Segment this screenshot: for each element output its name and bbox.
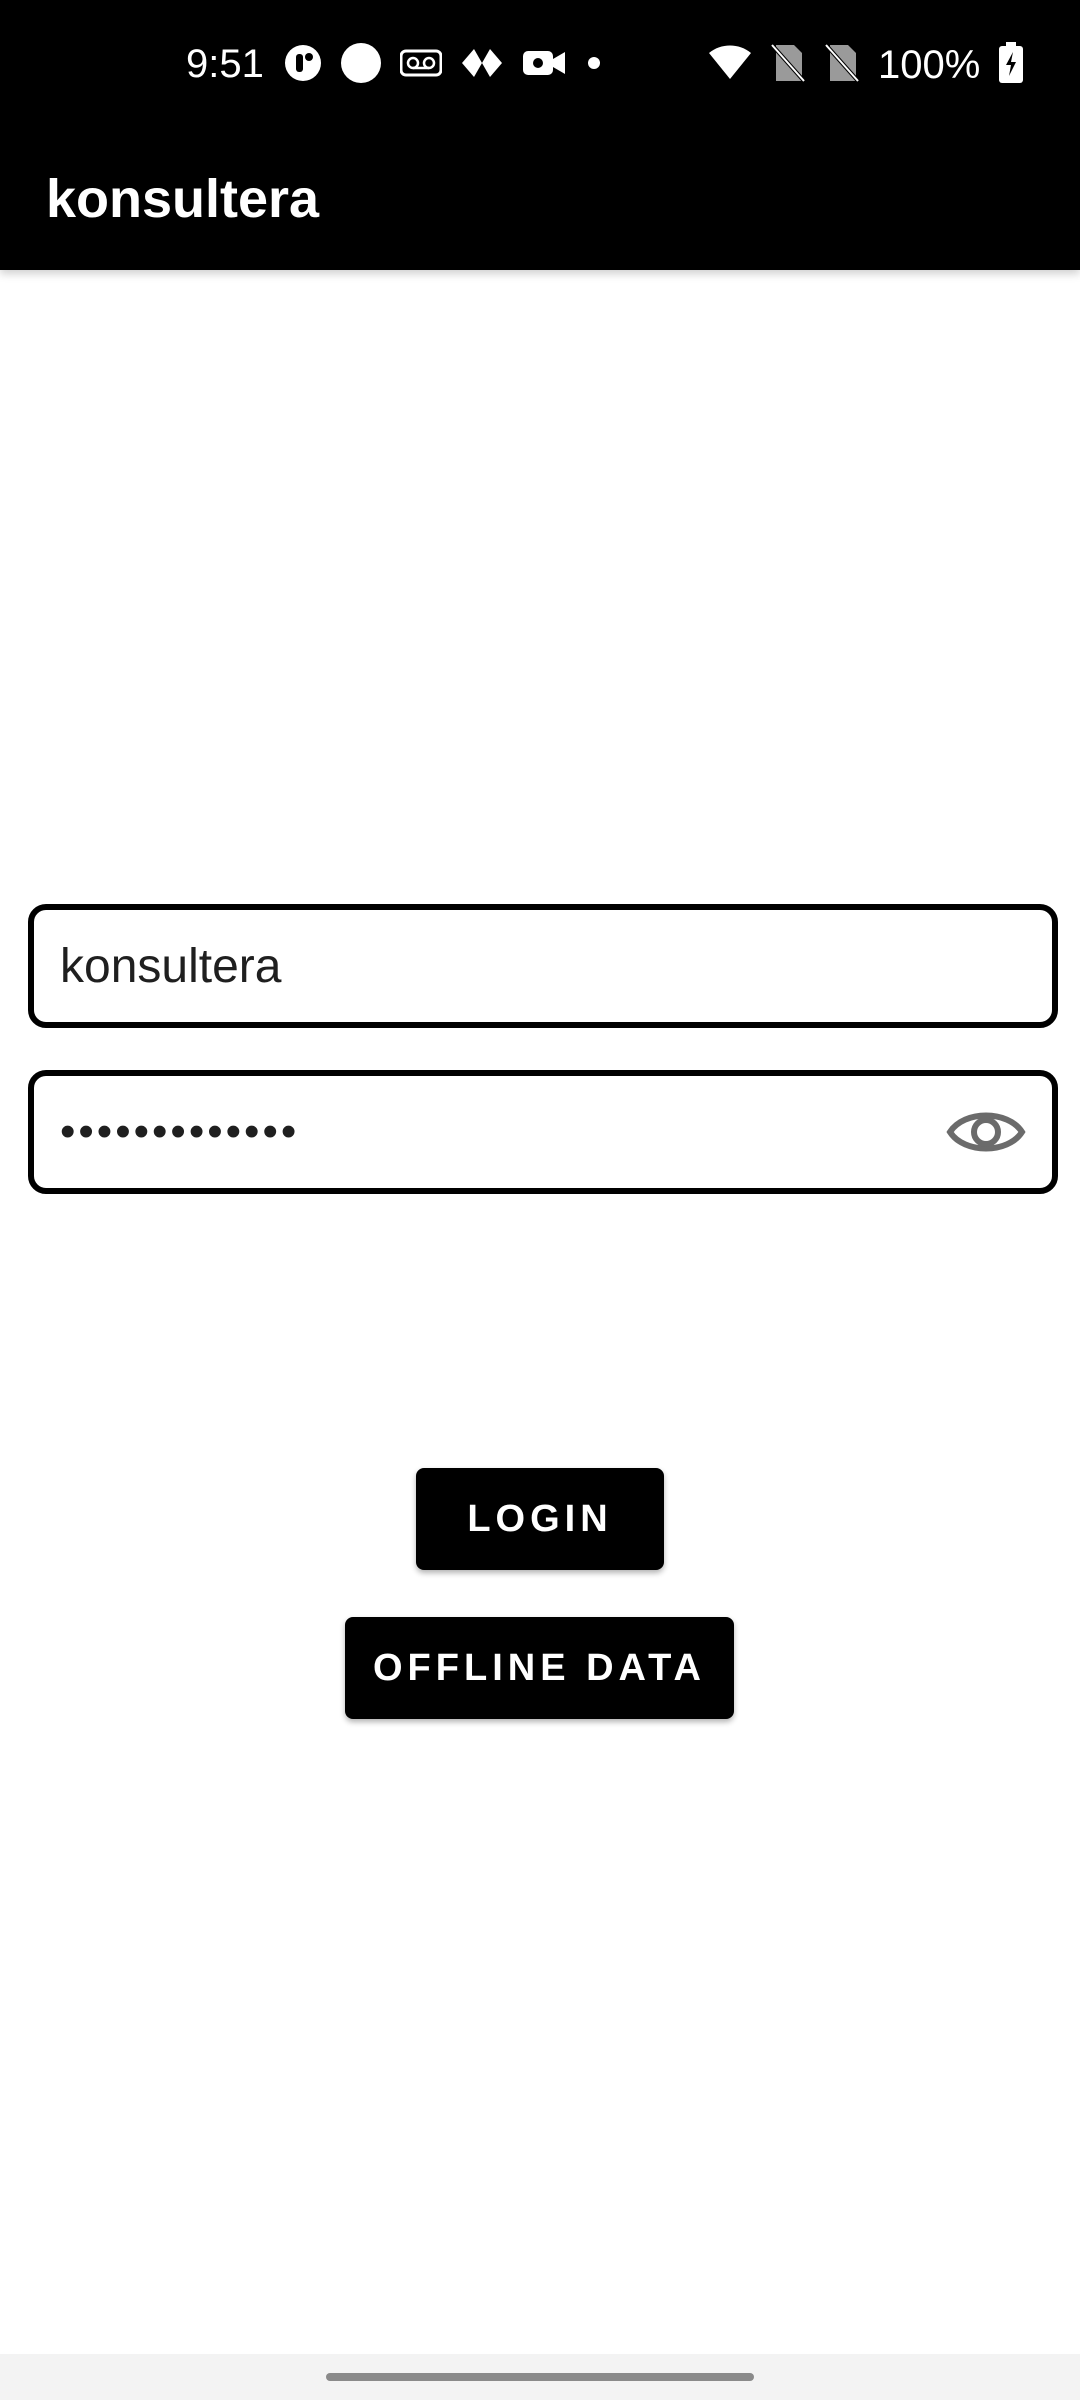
app-bar: konsultera: [0, 128, 1080, 270]
dot-icon: [584, 53, 604, 78]
status-time: 9:51: [186, 42, 264, 86]
username-field[interactable]: [28, 904, 1058, 1028]
wifi-icon: [708, 45, 752, 86]
no-sim-icon: [770, 43, 806, 88]
voicemail-icon: [399, 48, 443, 83]
home-indicator[interactable]: [326, 2373, 754, 2381]
password-input[interactable]: •••••••••••••: [60, 1076, 299, 1188]
circle-icon: [340, 42, 382, 89]
threads-icon: [284, 44, 322, 87]
offline-data-button[interactable]: OFFLINE DATA: [345, 1617, 734, 1719]
status-icons-right: 100%: [708, 40, 1024, 90]
battery-charging-icon: [998, 41, 1024, 89]
status-icons-left: [284, 40, 604, 90]
navigation-icon: [460, 45, 504, 86]
app-title: konsultera: [46, 169, 320, 229]
video-camera-icon: [522, 47, 566, 84]
eye-icon[interactable]: [944, 1098, 1028, 1166]
battery-percent: 100%: [878, 43, 981, 87]
login-button[interactable]: LOGIN: [416, 1468, 664, 1570]
no-sim-icon: [824, 43, 860, 88]
username-input[interactable]: [60, 910, 932, 1022]
password-field[interactable]: •••••••••••••: [28, 1070, 1058, 1194]
status-bar: 9:51 100%: [0, 0, 1080, 128]
